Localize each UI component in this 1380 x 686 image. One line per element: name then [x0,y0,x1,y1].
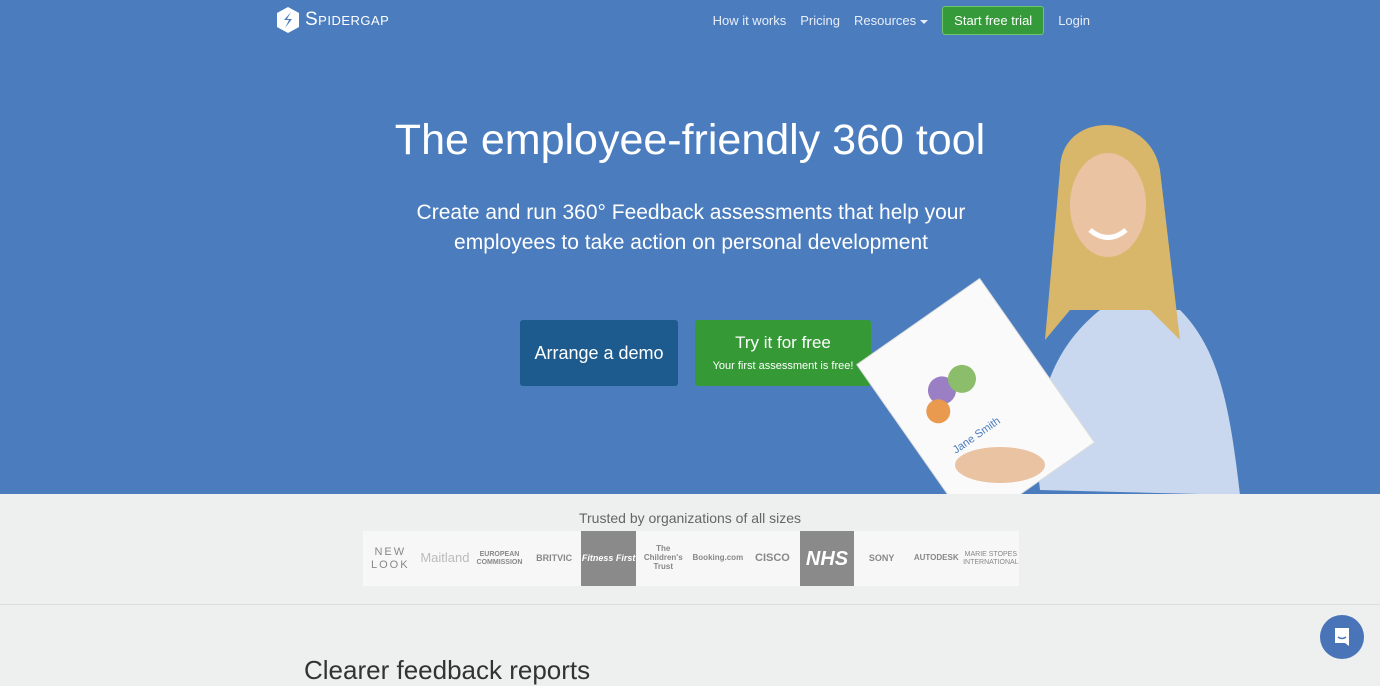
logo-autodesk: AUTODESK [913,553,959,563]
logo-cisco: CISCO [755,552,790,565]
login-link[interactable]: Login [1058,13,1090,28]
spidergap-logo-icon [277,7,299,33]
arrange-demo-button[interactable]: Arrange a demo [520,320,678,386]
woman-holding-report-image: Jane Smith [856,125,1240,494]
logo-nhs: NHS [799,531,855,586]
client-logos: NEW LOOK Maitland EUROPEAN COMMISSION BR… [363,531,1019,586]
section-title: Clearer feedback reports [304,655,591,685]
navbar: Spidergap How it works Pricing Resources… [0,0,1380,40]
logo-booking: Booking.com [692,553,744,563]
logo-new-look: NEW LOOK [371,546,410,571]
start-free-trial-button[interactable]: Start free trial [942,6,1045,35]
caret-down-icon [920,19,929,24]
nav-resources[interactable]: Resources [854,13,929,28]
brand-name: Spidergap [305,9,390,30]
nav-how-it-works[interactable]: How it works [713,13,787,28]
trusted-heading: Trusted by organizations of all sizes [578,510,802,526]
logo-fitness-first: Fitness First [581,531,636,586]
try-free-label: Try it for free [735,333,831,352]
nav-resources-label: Resources [854,13,917,28]
logo-childrens-trust: The Children's Trust [643,544,683,571]
try-free-button[interactable]: Try it for free Your first assessment is… [695,320,871,386]
try-free-sublabel: Your first assessment is free! [712,360,854,372]
chat-launcher-button[interactable] [1320,615,1364,659]
chat-icon [1335,628,1349,646]
section-divider [0,604,1380,605]
hero-section: Spidergap How it works Pricing Resources… [0,0,1380,494]
logo-marie-stopes: MARIE STOPES INTERNATIONAL [963,550,1019,566]
logo-britvic: BRITVIC [536,552,573,563]
logo-european-commission: EUROPEAN COMMISSION [476,550,523,566]
brand-logo[interactable]: Spidergap [277,7,389,33]
nav-pricing[interactable]: Pricing [800,13,840,28]
logo-maitland: Maitland [420,550,470,566]
logo-sony: SONY [868,552,895,563]
